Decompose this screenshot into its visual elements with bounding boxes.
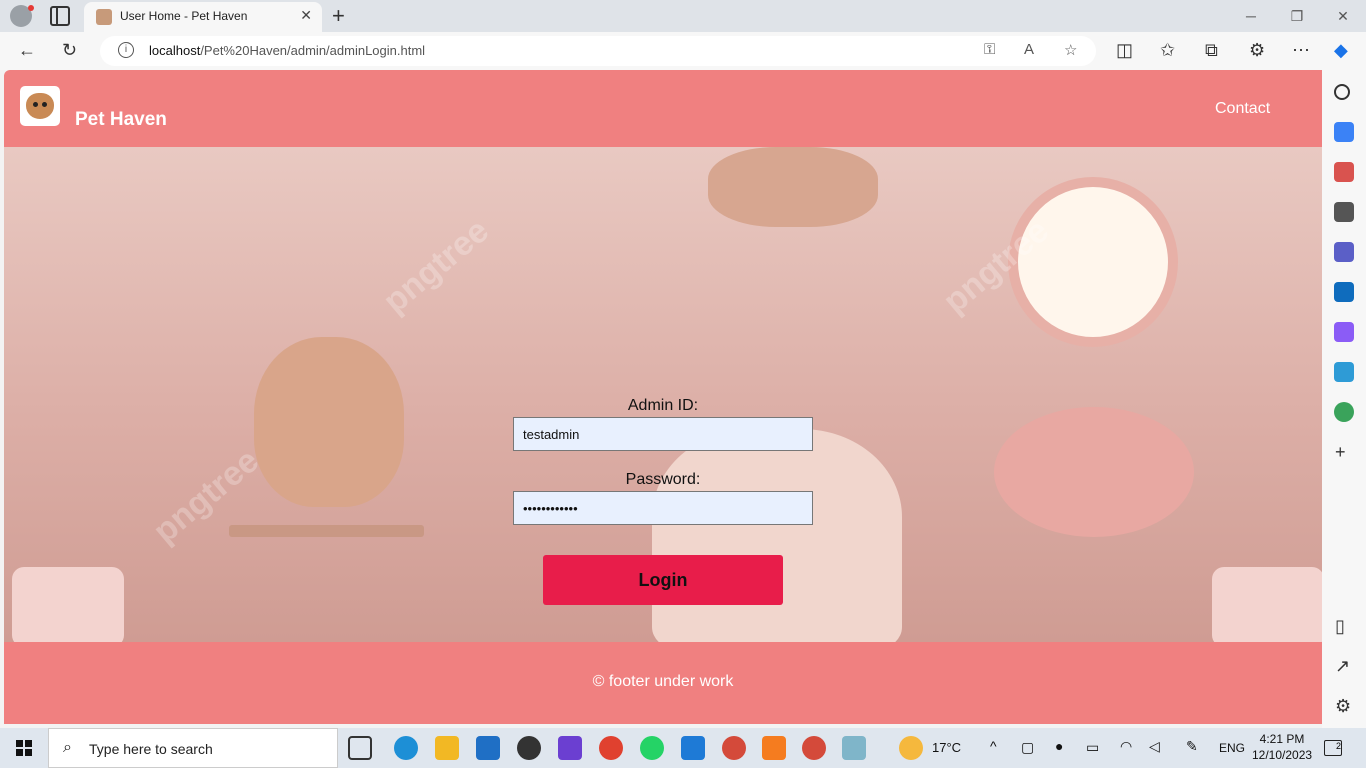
footer-text: © footer under work [592, 673, 734, 690]
refresh-icon[interactable]: ↻ [62, 40, 77, 60]
login-button[interactable]: Login [543, 555, 783, 605]
watermark: pngtree [376, 211, 496, 321]
profile-notification-dot [28, 5, 34, 11]
tree-illustration [994, 407, 1194, 537]
open-external-icon[interactable]: ↗ [1335, 656, 1350, 676]
new-tab-icon[interactable]: + [332, 3, 345, 29]
add-sidebar-icon[interactable]: + [1335, 442, 1346, 462]
site-name: Pet Haven [75, 109, 167, 130]
file-explorer-icon[interactable] [435, 736, 459, 760]
admin-id-label: Admin ID: [627, 397, 699, 414]
office-icon[interactable] [1334, 242, 1354, 262]
clock-illustration [1008, 177, 1178, 347]
search-icon: ⌕ [63, 739, 72, 756]
site-header: Pet Haven Contact [4, 70, 1322, 147]
language-indicator[interactable]: ENG [1219, 741, 1245, 755]
pen-icon[interactable]: ✎ [1186, 738, 1198, 755]
windows-start-icon[interactable] [16, 740, 32, 756]
collections-icon[interactable]: ⧉ [1205, 40, 1218, 60]
close-window-icon[interactable]: ✕ [1320, 0, 1366, 32]
copilot-icon[interactable]: ◆ [1334, 40, 1348, 60]
task-view-icon[interactable] [348, 736, 372, 760]
tab-actions-icon[interactable] [50, 6, 70, 26]
favorites-icon[interactable]: ✩ [1160, 40, 1175, 60]
restore-icon[interactable]: ❐ [1274, 0, 1320, 32]
tab-active[interactable]: User Home - Pet Haven ✕ [84, 2, 322, 32]
taskbar-search[interactable]: ⌕ Type here to search [48, 728, 338, 768]
read-aloud-icon[interactable]: A [1024, 41, 1034, 58]
time: 4:21 PM [1259, 732, 1305, 746]
heart-card-left [12, 567, 124, 642]
mail-icon[interactable] [476, 736, 500, 760]
chrome-profile-2-icon[interactable] [802, 736, 826, 760]
weather-icon[interactable] [899, 736, 923, 760]
hero-background: pngtree pngtree pngtree Admin ID: Passwo… [4, 147, 1322, 642]
password-label: Password: [625, 471, 701, 488]
minimize-icon[interactable]: ─ [1228, 0, 1274, 32]
shopping-icon[interactable] [1334, 122, 1354, 142]
search-icon[interactable] [1334, 84, 1350, 100]
favorite-star-icon[interactable]: ☆ [1064, 41, 1077, 59]
obs-icon[interactable] [517, 736, 541, 760]
shelf-illustration [229, 525, 424, 537]
url-text[interactable]: localhost/Pet%20Haven/admin/adminLogin.h… [149, 43, 425, 58]
password-input[interactable] [513, 491, 813, 525]
more-menu-icon[interactable]: ⋯ [1292, 40, 1310, 60]
browser-sidebar: + ▯ ↗ ⚙ [1322, 70, 1366, 728]
weather-temp[interactable]: 17°C [932, 740, 961, 755]
puppy-illustration [254, 337, 404, 507]
search-placeholder: Type here to search [89, 741, 213, 757]
outlook-icon[interactable] [1334, 282, 1354, 302]
microphone-icon[interactable]: ● [1055, 738, 1063, 754]
notification-icon[interactable]: 2 [1324, 740, 1342, 756]
windows-taskbar: ⌕ Type here to search 17°C ^ ▢ ● ▭ ◠ ◁ ✎… [0, 728, 1366, 768]
address-bar[interactable]: i localhost/Pet%20Haven/admin/adminLogin… [100, 36, 1096, 66]
chrome-icon[interactable] [599, 736, 623, 760]
back-icon[interactable]: ← [18, 40, 36, 60]
dog-logo-icon [26, 93, 54, 119]
device-icon[interactable]: ▢ [1021, 739, 1034, 756]
browser-tab-strip: User Home - Pet Haven ✕ + ─ ❐ ✕ [0, 0, 1366, 32]
designer-icon[interactable] [1334, 322, 1354, 342]
site-info-icon[interactable]: i [118, 42, 134, 58]
games-icon[interactable] [1334, 202, 1354, 222]
xampp-icon[interactable] [762, 736, 786, 760]
site-logo[interactable] [20, 86, 60, 126]
close-tab-icon[interactable]: ✕ [300, 7, 312, 24]
web-page: Pet Haven Contact pngtree pngtree pngtre… [4, 70, 1322, 724]
admin-id-input[interactable] [513, 417, 813, 451]
whatsapp-icon[interactable] [640, 736, 664, 760]
tab-title: User Home - Pet Haven [120, 9, 248, 23]
key-icon[interactable]: ⚿ [984, 41, 995, 58]
sidebar-panel-icon[interactable]: ▯ [1335, 616, 1345, 636]
animals-illustration [708, 147, 878, 227]
heart-card-right [1212, 567, 1322, 642]
tree-icon[interactable] [1334, 402, 1354, 422]
app-icon[interactable] [842, 736, 866, 760]
date: 12/10/2023 [1252, 748, 1313, 762]
chrome-profile-icon[interactable] [722, 736, 746, 760]
settings-gear-icon[interactable]: ⚙ [1335, 696, 1351, 716]
clock[interactable]: 4:21 PM 12/10/2023 [1252, 731, 1312, 763]
wifi-icon[interactable]: ◠ [1120, 738, 1132, 755]
favicon-icon [96, 9, 112, 25]
volume-icon[interactable]: ◁ [1149, 738, 1160, 755]
site-footer: © footer under work [4, 642, 1322, 724]
notification-count: 2 [1335, 741, 1341, 751]
window-controls: ─ ❐ ✕ [1228, 0, 1366, 32]
vscode-icon[interactable] [681, 736, 705, 760]
split-screen-icon[interactable]: ◫ [1116, 40, 1133, 60]
send-icon[interactable] [1334, 362, 1354, 382]
extensions-icon[interactable]: ⚙ [1249, 40, 1265, 60]
admin-login-form: Admin ID: Password: Login [513, 397, 813, 605]
nav-contact-link[interactable]: Contact [1215, 100, 1270, 118]
browser-toolbar: ← ↻ i localhost/Pet%20Haven/admin/adminL… [0, 32, 1366, 70]
edge-icon[interactable] [394, 736, 418, 760]
tools-icon[interactable] [1334, 162, 1354, 182]
media-player-icon[interactable] [558, 736, 582, 760]
chevron-up-icon[interactable]: ^ [990, 738, 997, 754]
battery-icon[interactable]: ▭ [1086, 739, 1099, 756]
